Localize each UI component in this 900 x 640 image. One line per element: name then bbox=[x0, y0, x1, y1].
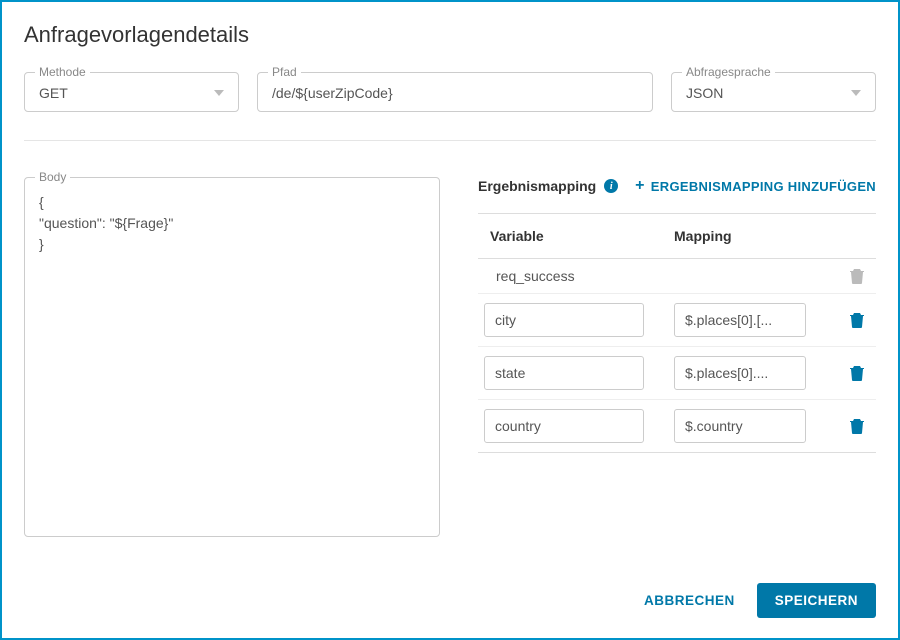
query-language-label: Abfragesprache bbox=[682, 65, 775, 79]
path-label: Pfad bbox=[268, 65, 301, 79]
chevron-down-icon bbox=[851, 90, 861, 96]
info-icon[interactable]: i bbox=[604, 179, 618, 193]
path-field[interactable]: Pfad bbox=[257, 72, 653, 112]
mapping-title: Ergebnismapping bbox=[478, 178, 596, 194]
mapping-input[interactable] bbox=[674, 409, 806, 443]
method-select[interactable]: Methode GET bbox=[24, 72, 239, 112]
mapping-header: Ergebnismapping i + ERGEBNISMAPPING HINZ… bbox=[478, 177, 876, 195]
trash-icon bbox=[850, 268, 864, 284]
method-value: GET bbox=[39, 85, 68, 101]
mapping-row: req_success bbox=[478, 259, 876, 294]
query-language-value: JSON bbox=[686, 85, 723, 101]
trash-icon[interactable] bbox=[850, 418, 864, 434]
cancel-button[interactable]: ABBRECHEN bbox=[644, 593, 735, 608]
top-fields-row: Methode GET Pfad Abfragesprache JSON bbox=[24, 72, 876, 112]
mapping-row bbox=[478, 400, 876, 453]
chevron-down-icon bbox=[214, 90, 224, 96]
path-input[interactable] bbox=[272, 85, 638, 101]
trash-icon[interactable] bbox=[850, 312, 864, 328]
column-mapping: Mapping bbox=[674, 228, 870, 244]
column-variable: Variable bbox=[484, 228, 674, 244]
trash-icon[interactable] bbox=[850, 365, 864, 381]
divider bbox=[24, 140, 876, 141]
request-template-details-modal: Anfragevorlagendetails Methode GET Pfad … bbox=[0, 0, 900, 640]
page-title: Anfragevorlagendetails bbox=[24, 22, 876, 48]
add-mapping-label: ERGEBNISMAPPING HINZUFÜGEN bbox=[651, 179, 876, 194]
add-mapping-button[interactable]: + ERGEBNISMAPPING HINZUFÜGEN bbox=[635, 177, 876, 195]
save-button[interactable]: SPEICHERN bbox=[757, 583, 876, 618]
mapping-input[interactable] bbox=[674, 303, 806, 337]
footer: ABBRECHEN SPEICHERN bbox=[24, 567, 876, 618]
plus-icon: + bbox=[635, 177, 645, 195]
method-label: Methode bbox=[35, 65, 90, 79]
variable-input[interactable] bbox=[484, 356, 644, 390]
mapping-table-header: Variable Mapping bbox=[478, 213, 876, 259]
body-textarea[interactable]: { "question": "${Frage}" } bbox=[39, 192, 425, 255]
variable-cell: req_success bbox=[484, 268, 674, 284]
variable-input[interactable] bbox=[484, 303, 644, 337]
main-row: Body { "question": "${Frage}" } Ergebnis… bbox=[24, 177, 876, 567]
mapping-row bbox=[478, 294, 876, 347]
result-mapping-panel: Ergebnismapping i + ERGEBNISMAPPING HINZ… bbox=[478, 177, 876, 567]
mapping-rows: req_success bbox=[478, 259, 876, 453]
body-field[interactable]: Body { "question": "${Frage}" } bbox=[24, 177, 440, 537]
mapping-row bbox=[478, 347, 876, 400]
variable-input[interactable] bbox=[484, 409, 644, 443]
body-label: Body bbox=[35, 170, 70, 184]
mapping-input[interactable] bbox=[674, 356, 806, 390]
query-language-select[interactable]: Abfragesprache JSON bbox=[671, 72, 876, 112]
